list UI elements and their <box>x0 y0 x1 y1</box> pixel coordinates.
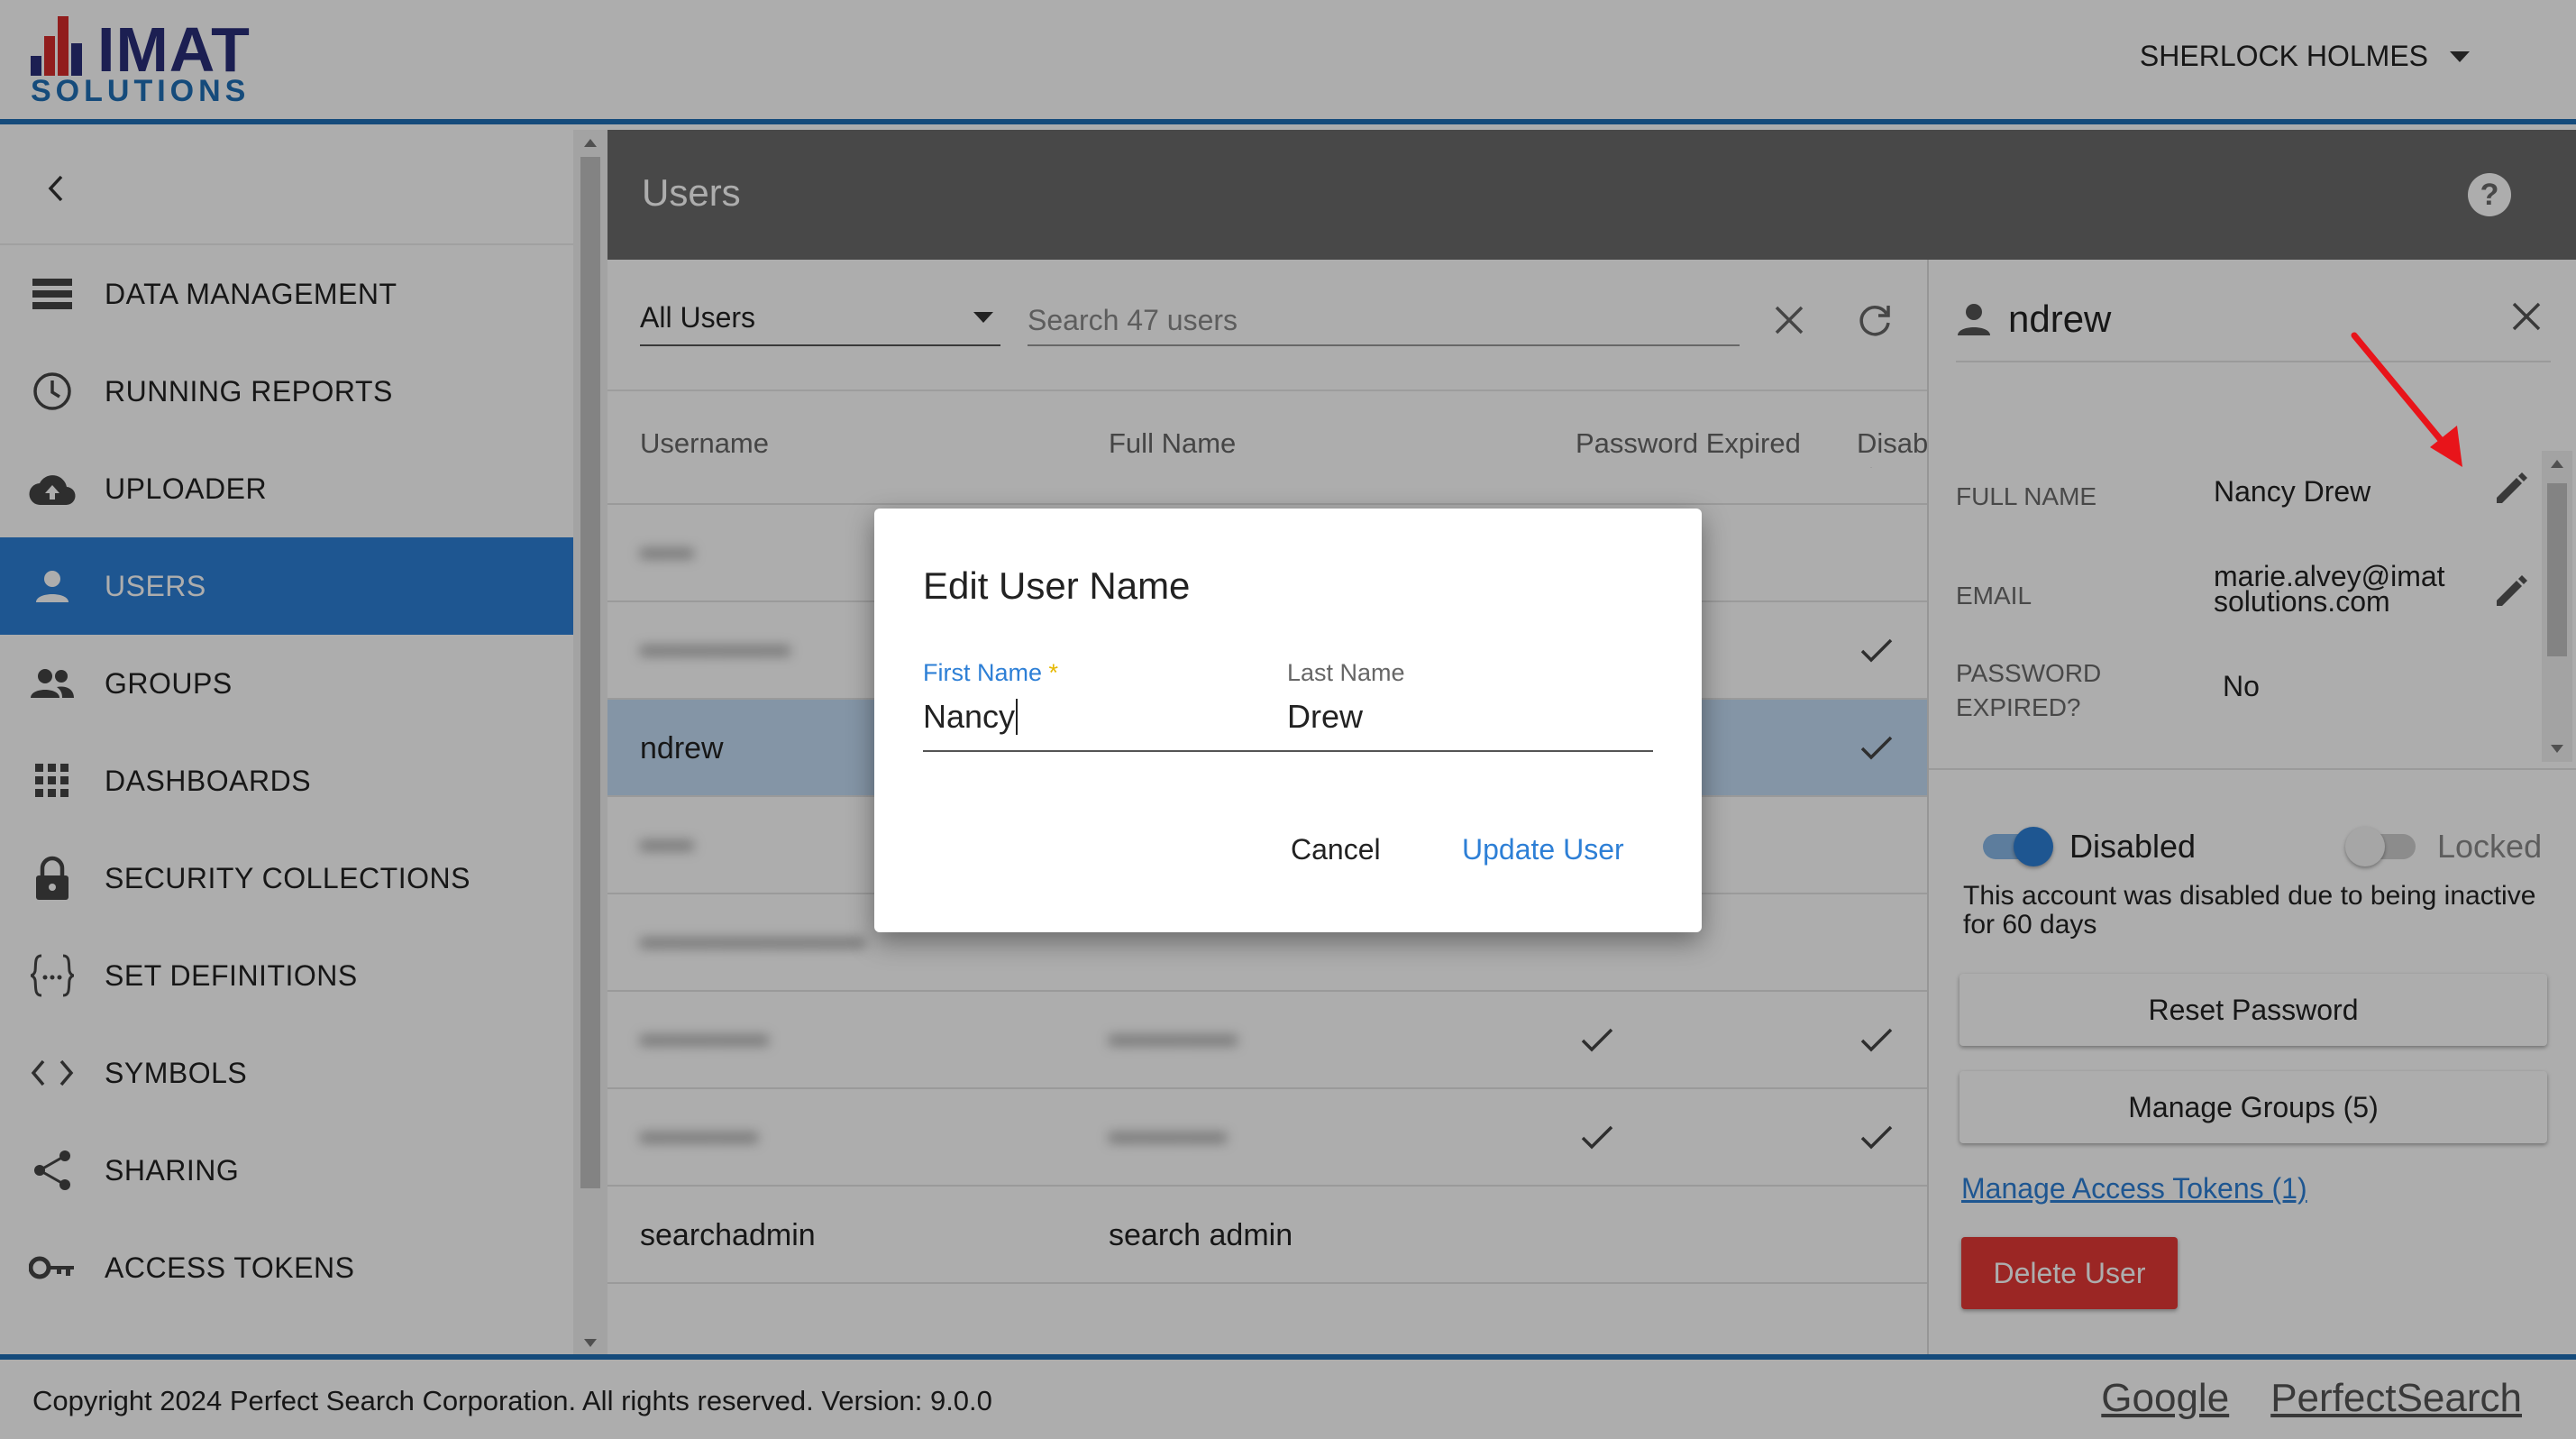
text-cursor <box>1016 699 1019 735</box>
first-name-field[interactable]: First Name * Nancy <box>923 658 1265 739</box>
first-name-input[interactable]: Nancy <box>923 694 1265 739</box>
dialog-title: Edit User Name <box>923 564 1191 607</box>
input-underline <box>923 750 1653 752</box>
first-name-label: First Name * <box>923 659 1059 686</box>
cancel-button[interactable]: Cancel <box>1291 833 1381 866</box>
last-name-input[interactable]: Drew <box>1287 694 1653 739</box>
required-mark: * <box>1048 659 1059 686</box>
update-user-button[interactable]: Update User <box>1462 833 1624 866</box>
last-name-label: Last Name <box>1287 659 1405 686</box>
last-name-field[interactable]: Last Name Drew <box>1287 658 1653 739</box>
edit-user-name-dialog: Edit User Name First Name * Nancy Last N… <box>874 509 1702 932</box>
annotation-arrow-icon <box>2351 332 2462 467</box>
